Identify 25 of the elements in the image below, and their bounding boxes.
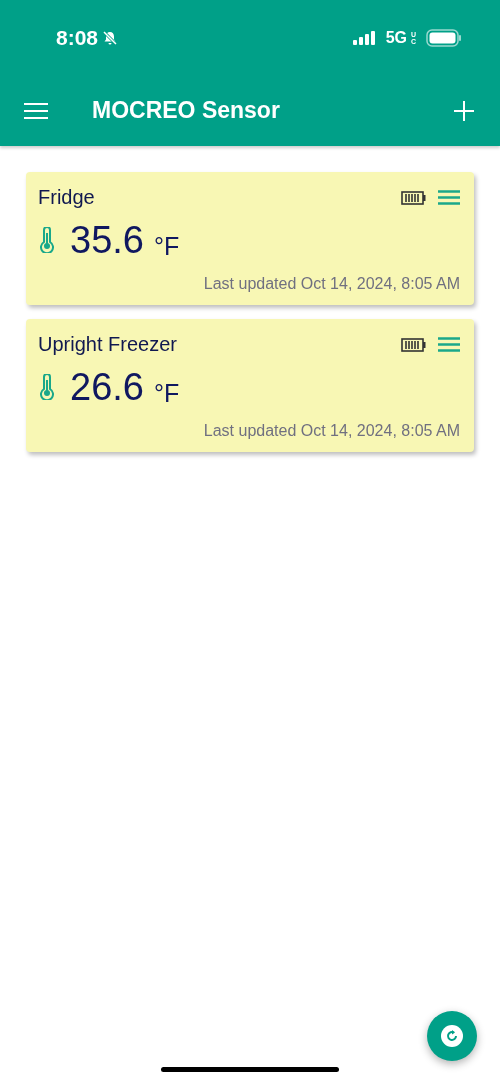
last-updated-text: Last updated Oct 14, 2024, 8:05 AM — [203, 422, 460, 439]
temperature-value: 35.6 — [70, 221, 144, 259]
refresh-icon — [445, 1029, 459, 1043]
sensor-name: Upright Freezer — [38, 333, 178, 356]
battery-icon — [401, 190, 426, 205]
sensor-card[interactable]: Upright Freezer 26.6 °F Last updated Oct 14, 2024, 8:05 AM — [26, 319, 474, 452]
last-updated-text: Last updated Oct 14, 2024, 8:05 AM — [203, 275, 460, 292]
add-icon[interactable] — [454, 100, 474, 121]
battery-icon — [401, 337, 426, 352]
temperature-unit: °F — [153, 381, 180, 406]
menu-icon[interactable] — [438, 190, 460, 205]
sensor-card[interactable]: Fridge 35.6 °F Last updated Oct 14, 2024, 8:05 AM — [26, 172, 474, 305]
signal-icon — [351, 29, 376, 46]
refresh-button[interactable] — [427, 1011, 477, 1061]
sensor-name: Fridge — [38, 186, 96, 209]
network-label: 5G — [385, 28, 407, 47]
app-title: MOCREO Sensor — [92, 97, 281, 124]
muted-bell-icon — [102, 29, 119, 46]
thermometer-icon — [40, 374, 54, 400]
status-time: 8:08 — [56, 25, 99, 50]
battery-icon — [426, 28, 462, 47]
menu-icon[interactable] — [438, 337, 460, 352]
thermometer-icon — [40, 227, 54, 253]
temperature-value: 26.6 — [70, 368, 144, 406]
temperature-unit: °F — [153, 234, 180, 259]
